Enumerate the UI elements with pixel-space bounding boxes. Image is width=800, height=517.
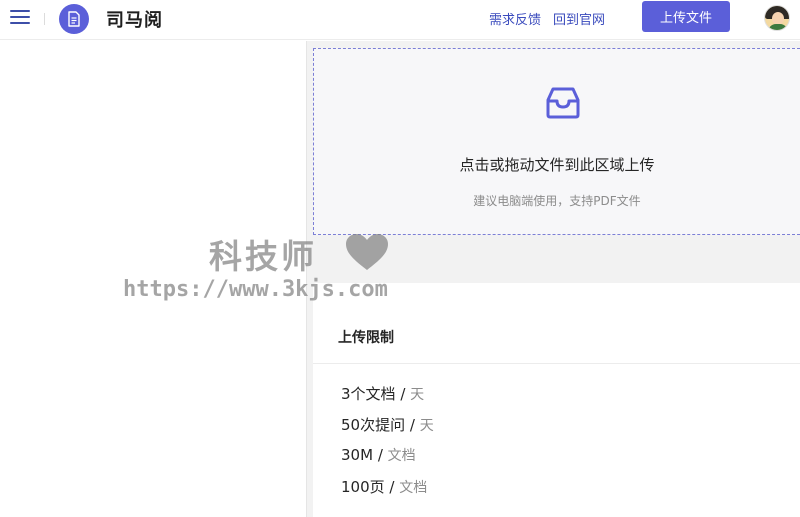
card-title: 上传限制 (338, 330, 394, 346)
upload-limits-card: 上传限制 3个文档 / 天 50次提问 / 天 30M / 文档 100页 / … (313, 283, 800, 517)
list-item: 3个文档 / 天 (341, 383, 424, 404)
feedback-link[interactable]: 需求反馈 (489, 9, 541, 28)
header-divider (44, 13, 45, 25)
upload-file-button[interactable]: 上传文件 (642, 1, 730, 32)
limit-value: 100页 (341, 478, 385, 496)
limit-value: 50次提问 (341, 416, 406, 434)
card-header: 上传限制 (313, 283, 800, 364)
dropzone-title: 点击或拖动文件到此区域上传 (459, 156, 655, 174)
menu-icon[interactable] (10, 10, 30, 26)
app-logo[interactable] (59, 4, 89, 34)
official-site-link[interactable]: 回到官网 (553, 9, 605, 28)
inbox-icon (546, 87, 580, 119)
main-content: 点击或拖动文件到此区域上传 建议电脑端使用，支持PDF文件 上传限制 3个文档 … (307, 41, 800, 517)
limit-separator: / (377, 446, 383, 464)
avatar[interactable] (764, 5, 790, 31)
limit-separator: / (409, 416, 415, 434)
limit-unit: 文档 (399, 480, 428, 496)
list-item: 50次提问 / 天 (341, 414, 434, 435)
limit-unit: 天 (410, 387, 425, 403)
dropzone-subtitle: 建议电脑端使用，支持PDF文件 (473, 194, 641, 208)
app-title: 司马阅 (106, 10, 163, 31)
limit-unit: 文档 (387, 448, 416, 464)
limit-separator: / (389, 478, 395, 496)
limit-unit: 天 (419, 418, 434, 434)
limit-separator: / (400, 385, 406, 403)
document-icon (68, 11, 80, 27)
list-item: 100页 / 文档 (341, 476, 427, 497)
upload-dropzone[interactable]: 点击或拖动文件到此区域上传 建议电脑端使用，支持PDF文件 (313, 48, 800, 235)
limit-value: 30M (341, 446, 374, 464)
document-sidebar (0, 41, 307, 517)
limit-value: 3个文档 (341, 385, 396, 403)
list-item: 30M / 文档 (341, 445, 416, 465)
top-header: 司马阅 需求反馈 回到官网 上传文件 (0, 0, 800, 40)
